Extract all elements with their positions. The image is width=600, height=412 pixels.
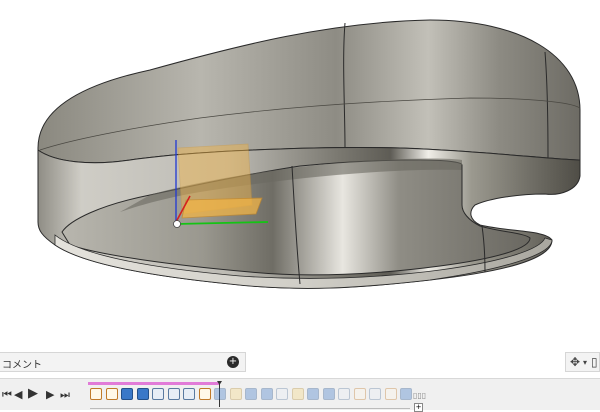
timeline-feature-extrude-icon[interactable] bbox=[322, 388, 335, 400]
timeline-feature-extrude-icon[interactable] bbox=[245, 388, 257, 400]
skip-to-end-icon[interactable]: ⏭ bbox=[60, 388, 70, 402]
timeline-feature-fillet-icon[interactable] bbox=[183, 388, 195, 400]
step-back-icon[interactable]: ◀ bbox=[14, 388, 22, 401]
comments-label: コメント bbox=[2, 360, 42, 371]
timeline-feature-fillet-icon[interactable] bbox=[369, 388, 381, 400]
timeline-feature-plane-icon[interactable] bbox=[229, 388, 242, 400]
timeline-ruler bbox=[90, 404, 410, 409]
timeline-selection-highlight bbox=[88, 382, 219, 385]
timeline-add-icon[interactable]: + bbox=[414, 403, 423, 412]
timeline-feature-plane-icon[interactable] bbox=[291, 388, 304, 400]
timeline-feature-fillet-icon[interactable] bbox=[152, 388, 164, 400]
timeline-feature-sketch-icon[interactable] bbox=[198, 388, 211, 400]
skip-to-start-icon[interactable]: ⏮ bbox=[2, 388, 12, 402]
timeline-feature-extrude-icon[interactable] bbox=[214, 388, 226, 400]
window-icon[interactable]: ▯ bbox=[591, 355, 598, 369]
plus-circle-icon[interactable]: + bbox=[227, 356, 239, 368]
timeline-feature-sketch-icon[interactable] bbox=[90, 388, 102, 400]
comments-panel: コメント + bbox=[0, 352, 246, 372]
timeline-group-icon[interactable]: ▯▯▯ bbox=[413, 391, 426, 400]
timeline-feature-extrude-icon[interactable] bbox=[121, 388, 133, 400]
timeline-feature-sketch-icon[interactable] bbox=[384, 388, 397, 400]
timeline-feature-extrude-icon[interactable] bbox=[260, 388, 273, 400]
timeline-feature-fillet-icon[interactable] bbox=[338, 388, 350, 400]
step-forward-icon[interactable]: ▶ bbox=[46, 388, 54, 401]
timeline-feature-sketch-icon[interactable] bbox=[105, 388, 118, 400]
timeline-bar: ⏮ ◀ ▶ ▶ ⏭ ▯▯▯ + bbox=[0, 378, 600, 412]
model-top-face bbox=[37, 19, 581, 164]
timeline-feature-sketch-icon[interactable] bbox=[353, 388, 366, 400]
timeline-feature-extrude-icon[interactable] bbox=[400, 388, 412, 400]
model-canvas bbox=[37, 19, 581, 289]
chevron-down-icon[interactable]: ▾ bbox=[583, 358, 587, 367]
timeline-feature-extrude-icon[interactable] bbox=[136, 388, 149, 400]
timeline-feature-fillet-icon[interactable] bbox=[276, 388, 288, 400]
navigation-toolbar: ✥ ▾ ▯ bbox=[565, 352, 600, 372]
3d-viewport[interactable] bbox=[0, 0, 600, 350]
timeline-feature-extrude-icon[interactable] bbox=[307, 388, 319, 400]
play-icon[interactable]: ▶ bbox=[28, 386, 38, 401]
orbit-icon[interactable]: ✥ bbox=[570, 355, 580, 369]
timeline-feature-fillet-icon[interactable] bbox=[167, 388, 180, 400]
